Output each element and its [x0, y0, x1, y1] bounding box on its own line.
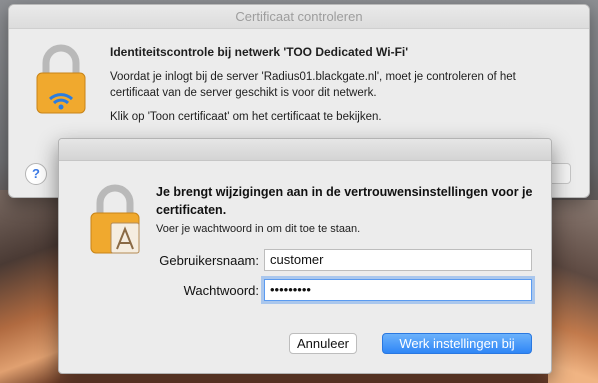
desktop-background-right — [548, 200, 598, 383]
wifi-lock-icon — [36, 44, 86, 114]
desktop-background-left — [0, 190, 60, 383]
server-description: Voordat je inlogt bij de server 'Radius0… — [110, 71, 516, 99]
sheet-titlebar — [59, 139, 551, 161]
username-field[interactable]: customer — [264, 249, 532, 271]
dialog-heading: Je brengt wijzigingen aan in de vertrouw… — [156, 185, 533, 217]
certificate-hint: Klik op 'Toon certificaat' om het certif… — [110, 111, 382, 123]
cancel-button[interactable]: Annuleer — [289, 333, 357, 354]
dialog-subtext: Voer je wachtwoord in om dit toe te staa… — [156, 223, 361, 235]
password-field[interactable]: ••••••••• — [264, 279, 532, 301]
window-title: Certificaat controleren — [9, 5, 589, 29]
certificate-lock-icon — [90, 184, 140, 254]
username-label: Gebruikersnaam: — [159, 253, 259, 268]
network-heading: Identiteitscontrole bij netwerk 'TOO Ded… — [110, 45, 409, 59]
update-settings-button[interactable]: Werk instellingen bij — [382, 333, 532, 354]
authentication-sheet: Je brengt wijzigingen aan in de vertrouw… — [58, 138, 552, 374]
help-button[interactable]: ? — [25, 163, 47, 185]
password-label: Wachtwoord: — [183, 283, 259, 298]
